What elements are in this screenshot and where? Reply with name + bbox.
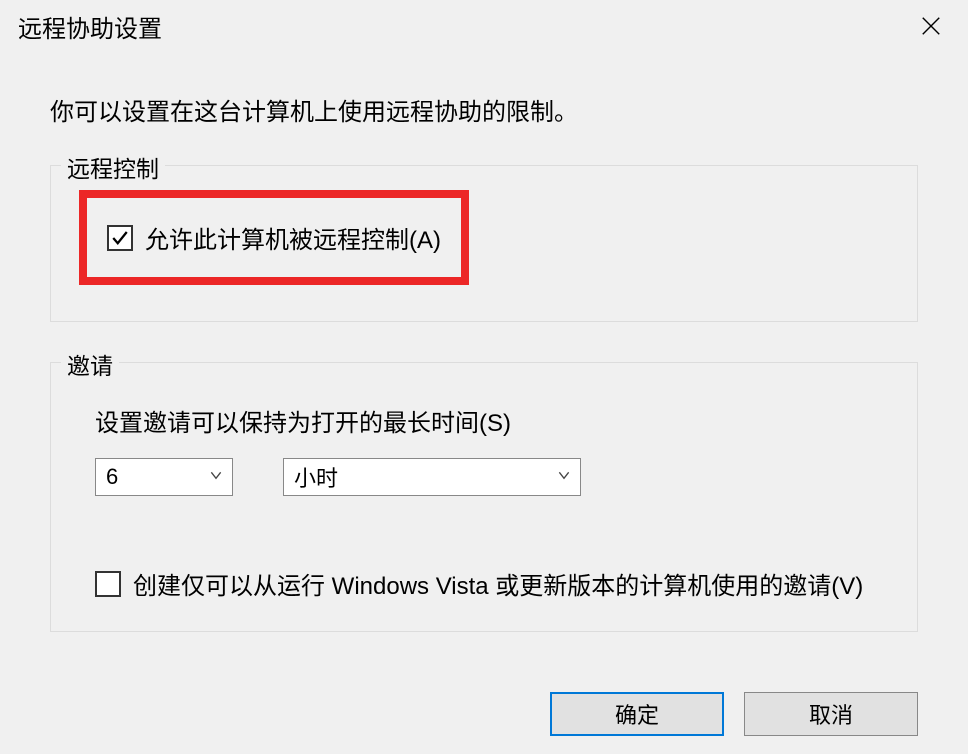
titlebar: 远程协助设置 <box>0 0 968 52</box>
duration-value-text: 6 <box>106 464 118 490</box>
close-icon <box>920 15 942 37</box>
dialog-content: 你可以设置在这台计算机上使用远程协助的限制。 远程控制 允许此计算机被远程控制(… <box>0 52 968 692</box>
vista-only-checkbox[interactable] <box>95 571 121 597</box>
description-text: 你可以设置在这台计算机上使用远程协助的限制。 <box>50 92 918 127</box>
highlight-annotation: 允许此计算机被远程控制(A) <box>79 190 469 285</box>
duration-combo-row: 6 小时 <box>95 458 877 496</box>
duration-value-combobox[interactable]: 6 <box>95 458 233 496</box>
chevron-down-icon <box>556 467 572 488</box>
duration-unit-text: 小时 <box>294 461 338 493</box>
button-bar: 确定 取消 <box>550 692 918 736</box>
duration-unit-combobox[interactable]: 小时 <box>283 458 581 496</box>
vista-only-label: 创建仅可以从运行 Windows Vista 或更新版本的计算机使用的邀请(V) <box>133 566 863 601</box>
ok-button[interactable]: 确定 <box>550 692 724 736</box>
close-button[interactable] <box>908 8 954 44</box>
invitations-legend: 邀请 <box>61 347 119 381</box>
allow-remote-control-row: 允许此计算机被远程控制(A) <box>107 220 441 255</box>
allow-remote-control-checkbox[interactable] <box>107 225 133 251</box>
cancel-button[interactable]: 取消 <box>744 692 918 736</box>
vista-only-row: 创建仅可以从运行 Windows Vista 或更新版本的计算机使用的邀请(V) <box>95 566 877 601</box>
checkmark-icon <box>111 229 129 247</box>
remote-control-groupbox: 远程控制 允许此计算机被远程控制(A) <box>50 165 918 322</box>
invitation-duration-label: 设置邀请可以保持为打开的最长时间(S) <box>95 403 877 438</box>
remote-control-legend: 远程控制 <box>61 150 165 184</box>
invitations-groupbox: 邀请 设置邀请可以保持为打开的最长时间(S) 6 小时 <box>50 362 918 632</box>
window-title: 远程协助设置 <box>18 9 162 44</box>
allow-remote-control-label: 允许此计算机被远程控制(A) <box>145 220 441 255</box>
chevron-down-icon <box>208 467 224 488</box>
